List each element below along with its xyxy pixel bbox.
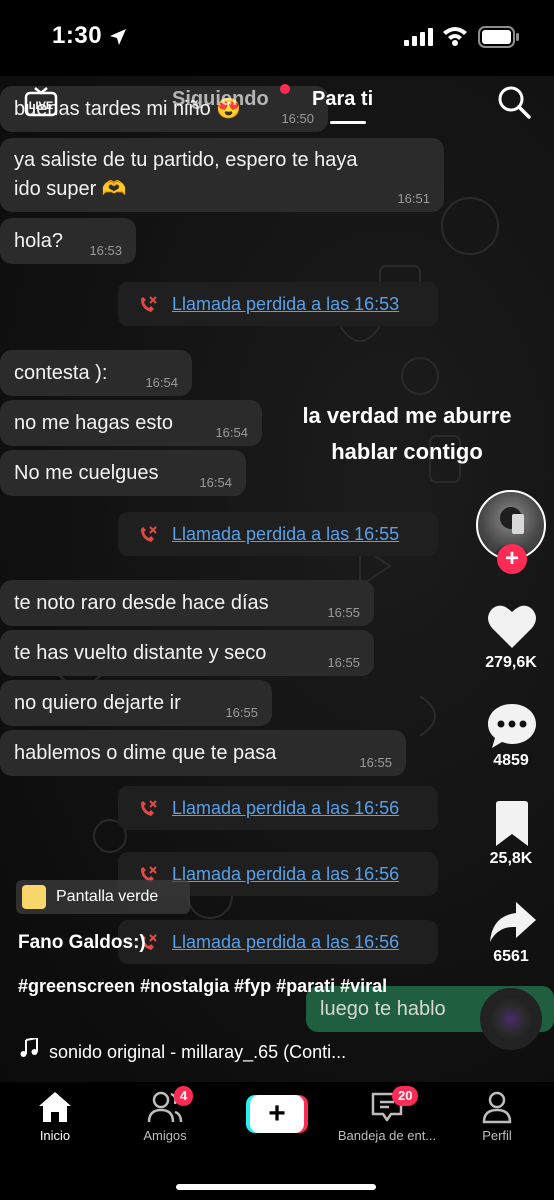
- chat-message-text: te has vuelto distante y seco: [14, 642, 267, 664]
- chat-message-time: 16:55: [359, 755, 392, 770]
- chat-message-text: hablemos o dime que te pasa: [14, 742, 277, 764]
- missed-call-icon: [141, 526, 157, 542]
- active-tab-indicator: [330, 121, 366, 124]
- missed-call-notice[interactable]: Llamada perdida a las 16:56: [118, 786, 438, 830]
- chat-message-text: hola?: [14, 230, 63, 252]
- chat-message: te noto raro desde hace días 16:55: [0, 580, 374, 626]
- cellular-signal-icon: [404, 28, 433, 46]
- missed-call-notice[interactable]: Llamada perdida a las 16:56: [118, 920, 438, 964]
- missed-call-link[interactable]: Llamada perdida a las 16:56: [172, 864, 399, 885]
- video-caption[interactable]: #greenscreen #nostalgia #fyp #parati #vi…: [18, 972, 398, 1000]
- effect-chip[interactable]: Pantalla verde: [16, 880, 190, 914]
- follow-button[interactable]: +: [497, 544, 527, 574]
- missed-call-link[interactable]: Llamada perdida a las 16:56: [172, 798, 399, 819]
- chat-message-time: 16:54: [199, 475, 232, 490]
- comment-count: 4859: [493, 752, 529, 769]
- chat-message-text: no me hagas esto: [14, 412, 173, 434]
- missed-call-link[interactable]: Llamada perdida a las 16:55: [172, 524, 399, 545]
- tab-profile[interactable]: Perfil: [442, 1090, 552, 1143]
- chat-message-time: 16:55: [327, 655, 360, 670]
- missed-call-icon: [141, 296, 157, 312]
- status-bar: 1:30: [0, 0, 554, 76]
- tab-following[interactable]: Siguiendo: [172, 88, 269, 111]
- status-time: 1:30: [52, 22, 103, 49]
- chat-message-text: contesta ):: [14, 362, 108, 384]
- friends-badge: 4: [174, 1086, 194, 1106]
- share-count: 6561: [493, 948, 529, 965]
- location-arrow-icon: [110, 29, 126, 45]
- chat-message: te has vuelto distante y seco 16:55: [0, 630, 374, 676]
- sound-disc[interactable]: [480, 988, 542, 1050]
- missed-call-icon: [141, 800, 157, 816]
- following-notification-dot: [280, 84, 290, 94]
- chat-message-text: te noto raro desde hace días: [14, 592, 269, 614]
- music-note-icon: [20, 1038, 38, 1057]
- chat-message: no me hagas esto 16:54: [0, 400, 262, 446]
- video-player[interactable]: buenas tardes mi niño 😍 16:50 ya saliste…: [0, 76, 554, 1082]
- profile-icon: [482, 1091, 512, 1124]
- wifi-icon: [443, 27, 467, 46]
- chat-message: contesta ): 16:54: [0, 350, 192, 396]
- share-arrow-icon[interactable]: [486, 898, 538, 946]
- tab-inbox-label: Bandeja de ent...: [337, 1128, 437, 1143]
- search-icon[interactable]: [496, 84, 532, 120]
- chat-reply-text: luego te hablo: [320, 998, 446, 1020]
- missed-call-link[interactable]: Llamada perdida a las 16:53: [172, 294, 399, 315]
- chat-message-time: 16:55: [225, 705, 258, 720]
- inbox-badge: 20: [392, 1086, 419, 1106]
- creator-username[interactable]: Fano Galdos:): [18, 932, 146, 954]
- comment-icon[interactable]: [486, 702, 538, 750]
- bottom-tab-bar: Inicio Amigos 4 + Bandeja de ent... 20 P…: [0, 1082, 554, 1200]
- like-count: 279,6K: [485, 654, 537, 671]
- home-icon: [39, 1092, 71, 1122]
- tab-home-label: Inicio: [39, 1128, 71, 1143]
- missed-call-link[interactable]: Llamada perdida a las 16:56: [172, 932, 399, 953]
- bookmark-icon[interactable]: [486, 800, 538, 848]
- sound-name: sonido original - millaray_.65 (Conti...: [49, 1042, 347, 1062]
- home-indicator[interactable]: [176, 1184, 376, 1190]
- chat-message-time: 16:55: [327, 605, 360, 620]
- chat-message-time: 16:50: [281, 111, 314, 126]
- live-label: LIVE: [29, 100, 53, 112]
- plus-icon: +: [250, 1095, 304, 1133]
- chat-message-text: no quiero dejarte ir: [14, 692, 181, 714]
- battery-icon: [478, 26, 519, 48]
- live-icon[interactable]: LIVE: [24, 84, 58, 118]
- tab-inbox[interactable]: Bandeja de ent...: [332, 1090, 442, 1143]
- effect-label: Pantalla verde: [56, 888, 159, 905]
- chat-message-text: No me cuelgues: [14, 462, 159, 484]
- chat-message: no quiero dejarte ir 16:55: [0, 680, 272, 726]
- tab-for-you[interactable]: Para ti: [312, 88, 373, 111]
- chat-message-time: 16:54: [145, 375, 178, 390]
- missed-call-notice[interactable]: Llamada perdida a las 16:53: [118, 282, 438, 326]
- chat-message: No me cuelgues 16:54: [0, 450, 246, 496]
- tab-profile-label: Perfil: [482, 1128, 512, 1143]
- create-button[interactable]: +: [246, 1095, 308, 1133]
- chat-message-time: 16:51: [397, 191, 430, 206]
- sound-info[interactable]: sonido original - millaray_.65 (Conti...: [18, 1038, 346, 1063]
- chat-message: ya saliste de tu partido, espero te haya…: [0, 138, 444, 212]
- chat-message-text: ya saliste de tu partido, espero te haya…: [14, 149, 358, 200]
- like-heart-icon[interactable]: [486, 602, 538, 650]
- chat-message: hablemos o dime que te pasa 16:55: [0, 730, 406, 776]
- tab-friends[interactable]: Amigos: [110, 1090, 220, 1143]
- video-overlay-text: la verdad me aburre hablar contigo: [302, 403, 512, 464]
- save-count: 25,8K: [489, 850, 533, 867]
- green-screen-effect-icon: [22, 885, 46, 909]
- tab-home[interactable]: Inicio: [0, 1090, 110, 1143]
- chat-message-time: 16:54: [215, 425, 248, 440]
- tab-friends-label: Amigos: [143, 1128, 187, 1143]
- chat-message-time: 16:53: [89, 243, 122, 258]
- missed-call-notice[interactable]: Llamada perdida a las 16:55: [118, 512, 438, 556]
- chat-message: hola? 16:53: [0, 218, 136, 264]
